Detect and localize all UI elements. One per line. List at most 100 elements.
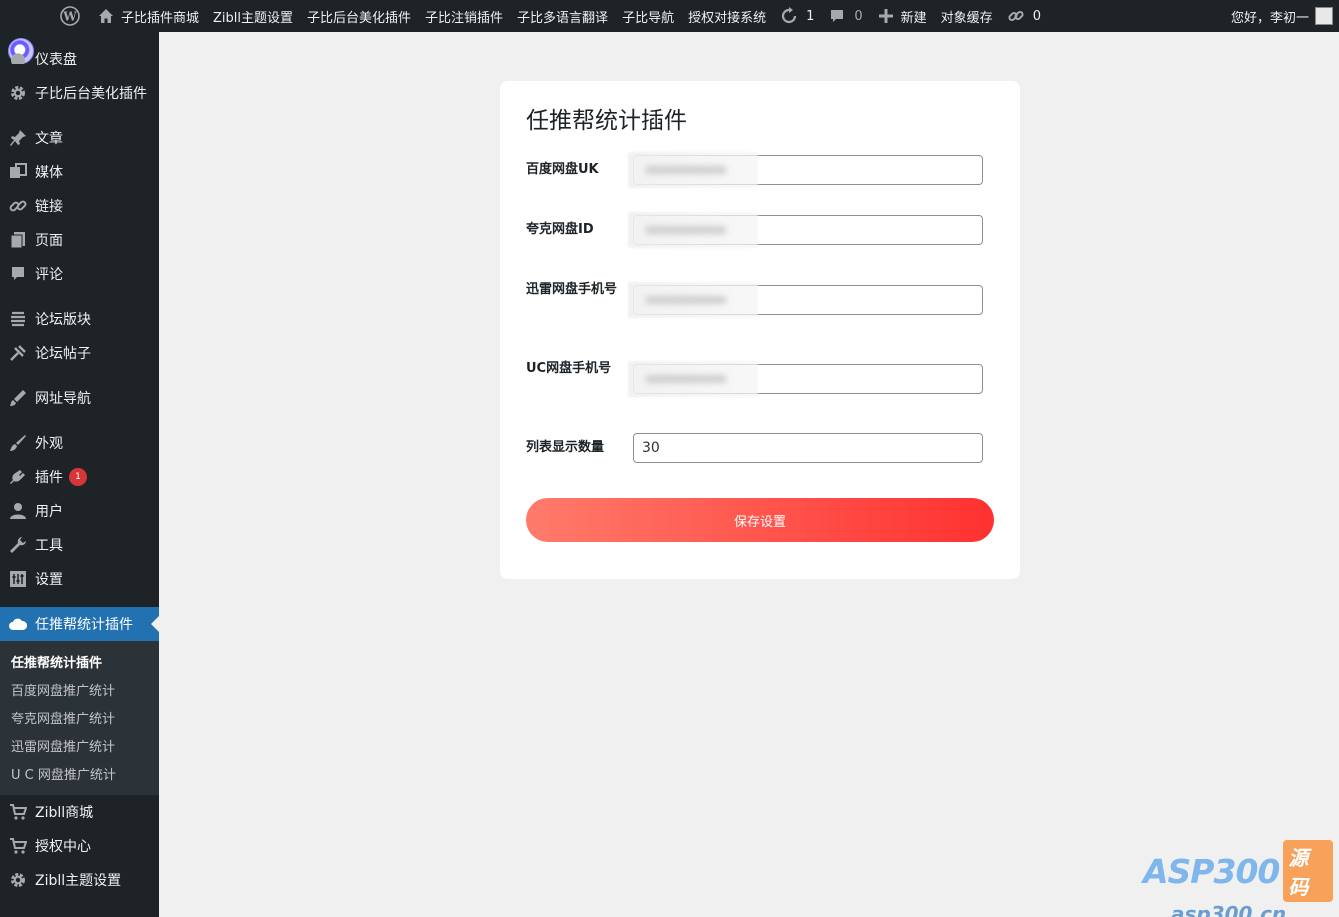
sidebar-item-zibll-theme[interactable]: Zibll主题设置 [0, 863, 159, 897]
adminbar-item-label: Zibll主题设置 [213, 10, 294, 26]
sidebar-item-settings[interactable]: 设置 [0, 562, 159, 596]
sidebar-item-comments[interactable]: 评论 [0, 257, 159, 291]
comment-icon [828, 7, 846, 25]
save-settings-button[interactable]: 保存设置 [526, 498, 994, 542]
adminbar-item-label: 子比多语言翻译 [517, 10, 609, 26]
sidebar-item-label: 论坛版块 [35, 312, 91, 328]
gear-icon [8, 83, 28, 103]
adminbar-comments[interactable]: 0 [821, 0, 869, 32]
adminbar-beautify-plugin[interactable]: 子比后台美化插件 [300, 0, 418, 32]
sidebar-item-posts[interactable]: 文章 [0, 121, 159, 155]
menu-separator [0, 110, 159, 121]
sidebar-item-tools[interactable]: 工具 [0, 528, 159, 562]
adminbar-logout-plugin[interactable]: 子比注销插件 [418, 0, 510, 32]
cloud-icon [8, 614, 28, 634]
page-title: 任推帮统计插件 [526, 108, 687, 134]
sidebar-item-label: Zibll主题设置 [35, 873, 122, 889]
sidebar-item-label: 设置 [35, 572, 63, 588]
sidebar-item-users[interactable]: 用户 [0, 494, 159, 528]
rtb-submenu: 任推帮统计插件 百度网盘推广统计 夸克网盘推广统计 迅雷网盘推广统计 U C 网… [0, 641, 159, 795]
sidebar-item-rtb-stats[interactable]: 任推帮统计插件 [0, 607, 159, 641]
sidebar-item-label: 文章 [35, 131, 63, 147]
dashboard-icon [8, 49, 28, 69]
adminbar-item-label: 授权对接系统 [688, 10, 767, 26]
redacted-value [628, 361, 758, 397]
plus-icon [877, 7, 895, 25]
menu-separator [0, 415, 159, 426]
updates-count: 1 [806, 8, 815, 24]
sidebar-item-label: 网址导航 [35, 391, 91, 407]
gear-icon [8, 870, 28, 890]
sidebar-item-label: 子比后台美化插件 [35, 86, 147, 102]
sidebar-item-label: Zibll商城 [35, 805, 94, 821]
cache-label: 对象缓存 [940, 10, 993, 26]
sidebar-item-label: 工具 [35, 538, 63, 554]
sidebar-item-media[interactable]: 媒体 [0, 155, 159, 189]
uc-phone-label: UC网盘手机号 [526, 361, 612, 376]
home-icon [97, 7, 115, 25]
sidebar-item-beautify[interactable]: 子比后台美化插件 [0, 76, 159, 110]
adminbar-updates[interactable]: 1 [773, 0, 821, 32]
sidebar-item-plugins[interactable]: 插件 1 [0, 460, 159, 494]
redacted-value [628, 282, 758, 318]
forum-post-icon [8, 343, 28, 363]
plugin-icon [8, 467, 28, 487]
list-count-input[interactable] [633, 433, 983, 463]
sidebar-item-label: 用户 [35, 504, 63, 520]
sidebar-item-forum-sections[interactable]: 论坛版块 [0, 302, 159, 336]
adminbar-navigation[interactable]: 子比导航 [615, 0, 681, 32]
sidebar-item-label: 授权中心 [35, 839, 91, 855]
list-count-label: 列表显示数量 [526, 440, 605, 455]
plugins-update-badge: 1 [69, 468, 87, 486]
sidebar-item-zibll-shop[interactable]: Zibll商城 [0, 795, 159, 829]
redacted-value [628, 212, 758, 248]
sidebar-item-label: 仪表盘 [35, 52, 77, 68]
redacted-value [628, 152, 758, 188]
adminbar-license-system[interactable]: 授权对接系统 [681, 0, 773, 32]
wordpress-logo-icon[interactable]: W [50, 0, 90, 32]
sidebar-item-label: 插件 [35, 470, 63, 486]
submenu-item-uc-stats[interactable]: U C 网盘推广统计 [0, 759, 159, 787]
appearance-icon [8, 433, 28, 453]
quark-id-label: 夸克网盘ID [526, 222, 594, 237]
adminbar-new[interactable]: 新建 [870, 0, 934, 32]
sidebar-item-label: 外观 [35, 436, 63, 452]
watermark-url: asp300.cn [1171, 902, 1287, 917]
sidebar-item-pages[interactable]: 页面 [0, 223, 159, 257]
submenu-item-rtb-stats[interactable]: 任推帮统计插件 [0, 647, 159, 675]
page-icon [8, 230, 28, 250]
new-label: 新建 [900, 10, 927, 26]
brush-icon [8, 388, 28, 408]
sidebar-item-appearance[interactable]: 外观 [0, 426, 159, 460]
greeting: 您好，李初一 [1230, 10, 1309, 26]
adminbar-links[interactable]: 0 [1000, 0, 1048, 32]
wrench-icon [8, 535, 28, 555]
sidebar-item-dashboard[interactable]: 仪表盘 [0, 42, 159, 76]
sidebar-item-label: 媒体 [35, 165, 63, 181]
comments-count: 0 [854, 8, 863, 24]
sidebar-item-url-nav[interactable]: 网址导航 [0, 381, 159, 415]
sidebar-item-forum-posts[interactable]: 论坛帖子 [0, 336, 159, 370]
settings-icon [8, 569, 28, 589]
link-icon [8, 196, 28, 216]
adminbar-item-label: 子比后台美化插件 [307, 10, 412, 26]
avatar [1315, 7, 1333, 25]
cart-icon [8, 802, 28, 822]
adminbar-site-home[interactable]: 子比插件商城 [90, 0, 206, 32]
pin-icon [8, 128, 28, 148]
submenu-item-quark-stats[interactable]: 夸克网盘推广统计 [0, 703, 159, 731]
sidebar-item-links[interactable]: 链接 [0, 189, 159, 223]
adminbar-object-cache[interactable]: 对象缓存 [934, 0, 1000, 32]
adminbar-translate[interactable]: 子比多语言翻译 [510, 0, 615, 32]
adminbar-item-label: 子比注销插件 [425, 10, 504, 26]
sidebar-item-license-center[interactable]: 授权中心 [0, 829, 159, 863]
submenu-item-xunlei-stats[interactable]: 迅雷网盘推广统计 [0, 731, 159, 759]
submenu-item-baidu-stats[interactable]: 百度网盘推广统计 [0, 675, 159, 703]
watermark-tag: 源码 [1283, 840, 1333, 902]
adminbar-item-label: 子比导航 [622, 10, 675, 26]
media-icon [8, 162, 28, 182]
sidebar-item-label: 页面 [35, 233, 63, 249]
sidebar-item-label: 任推帮统计插件 [35, 617, 133, 633]
adminbar-account[interactable]: 您好，李初一 [1231, 0, 1339, 32]
adminbar-zibll-settings[interactable]: Zibll主题设置 [206, 0, 300, 32]
